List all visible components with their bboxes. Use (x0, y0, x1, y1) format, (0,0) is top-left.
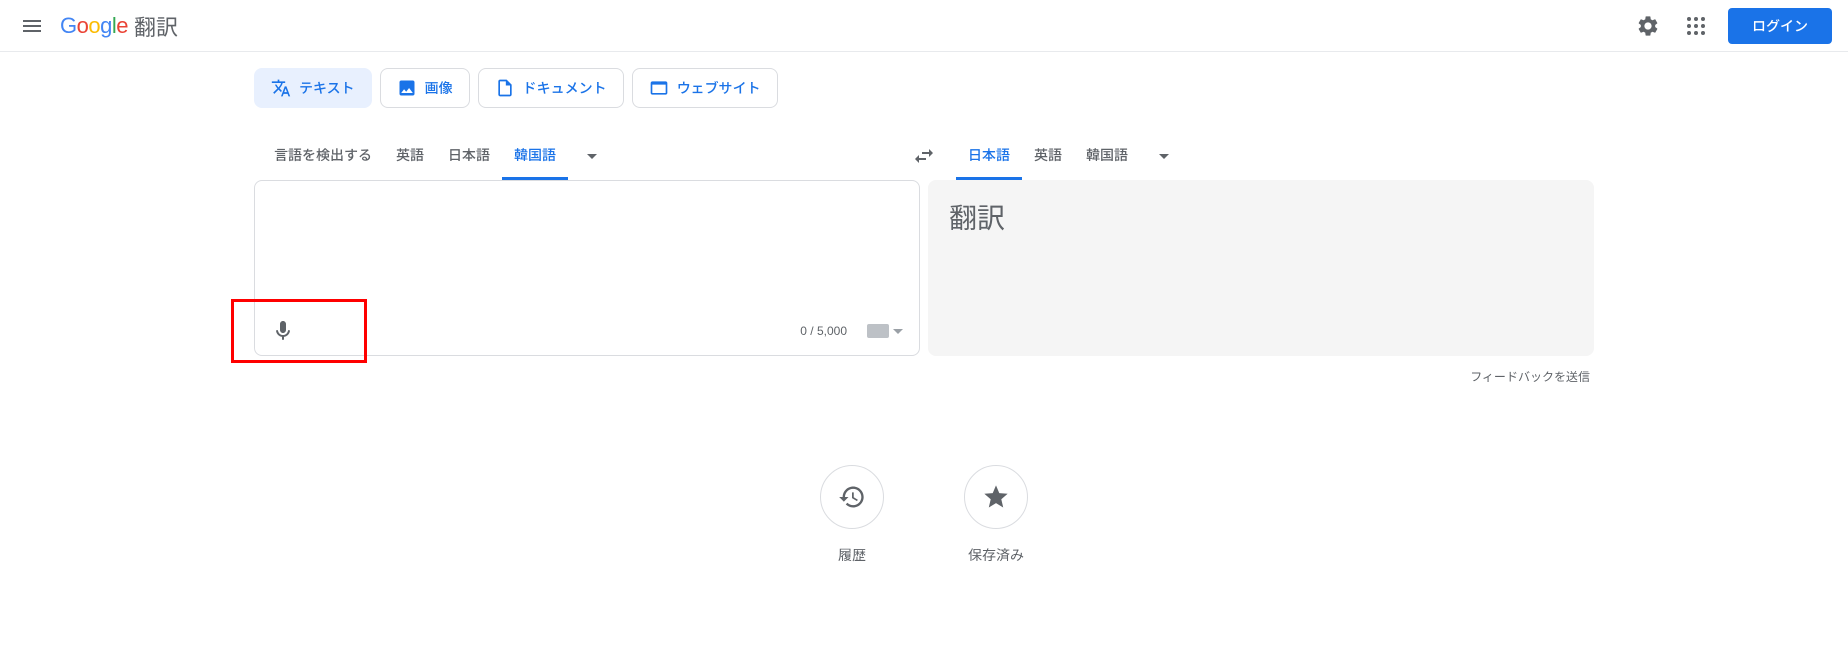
send-feedback-link[interactable]: フィードバックを送信 (254, 356, 1594, 385)
char-count: 0 / 5,000 (800, 324, 847, 338)
source-lang-japanese[interactable]: 日本語 (436, 132, 502, 180)
gear-icon (1636, 14, 1660, 38)
source-lang-detect[interactable]: 言語を検出する (262, 132, 384, 180)
star-icon (982, 483, 1010, 511)
history-icon (838, 483, 866, 511)
document-icon (495, 78, 515, 98)
apps-grid-icon (1684, 14, 1708, 38)
tab-website-label: ウェブサイト (677, 78, 761, 98)
input-method-button[interactable] (859, 320, 911, 342)
header: Google 翻訳 ログイン (0, 0, 1848, 52)
source-lang-korean[interactable]: 韓国語 (502, 132, 568, 180)
swap-languages-button[interactable] (904, 136, 944, 176)
image-icon (397, 78, 417, 98)
tab-document-label: ドキュメント (523, 78, 607, 98)
history-button[interactable]: 履歴 (820, 465, 884, 565)
saved-button[interactable]: 保存済み (964, 465, 1028, 565)
tab-document[interactable]: ドキュメント (478, 68, 624, 108)
tab-text-label: テキスト (299, 78, 355, 98)
google-logo: Google (60, 13, 128, 39)
tab-image[interactable]: 画像 (380, 68, 470, 108)
history-label: 履歴 (838, 545, 866, 565)
target-lang-japanese[interactable]: 日本語 (956, 132, 1022, 180)
target-lang-english[interactable]: 英語 (1022, 132, 1074, 180)
target-lang-korean[interactable]: 韓国語 (1074, 132, 1140, 180)
tab-image-label: 画像 (425, 78, 453, 98)
app-title: 翻訳 (134, 10, 178, 42)
chevron-down-icon (1152, 144, 1176, 168)
login-button[interactable]: ログイン (1728, 8, 1832, 44)
source-text-area[interactable]: 0 / 5,000 (254, 180, 920, 356)
target-placeholder: 翻訳 (929, 181, 1593, 253)
keyboard-icon (867, 324, 889, 338)
logo[interactable]: Google 翻訳 (60, 10, 178, 42)
website-icon (649, 78, 669, 98)
hamburger-icon (20, 14, 44, 38)
swap-icon (912, 144, 936, 168)
tab-website[interactable]: ウェブサイト (632, 68, 778, 108)
microphone-icon (271, 319, 295, 343)
settings-button[interactable] (1624, 2, 1672, 50)
voice-input-button[interactable] (263, 311, 303, 351)
dropdown-caret-icon (893, 329, 903, 334)
target-lang-more[interactable] (1140, 132, 1188, 180)
source-lang-more[interactable] (568, 132, 616, 180)
bottom-actions: 履歴 保存済み (254, 465, 1594, 565)
source-lang-english[interactable]: 英語 (384, 132, 436, 180)
translate-text-icon (271, 78, 291, 98)
menu-button[interactable] (8, 2, 56, 50)
apps-button[interactable] (1672, 2, 1720, 50)
source-text-input[interactable] (255, 181, 919, 307)
language-bar: 言語を検出する 英語 日本語 韓国語 日本語 英語 韓国語 (254, 132, 1594, 180)
input-type-tabs: テキスト 画像 ドキュメント ウェブサイト (254, 52, 1594, 132)
tab-text[interactable]: テキスト (254, 68, 372, 108)
saved-label: 保存済み (968, 545, 1024, 565)
chevron-down-icon (580, 144, 604, 168)
target-text-area: 翻訳 (928, 180, 1594, 356)
